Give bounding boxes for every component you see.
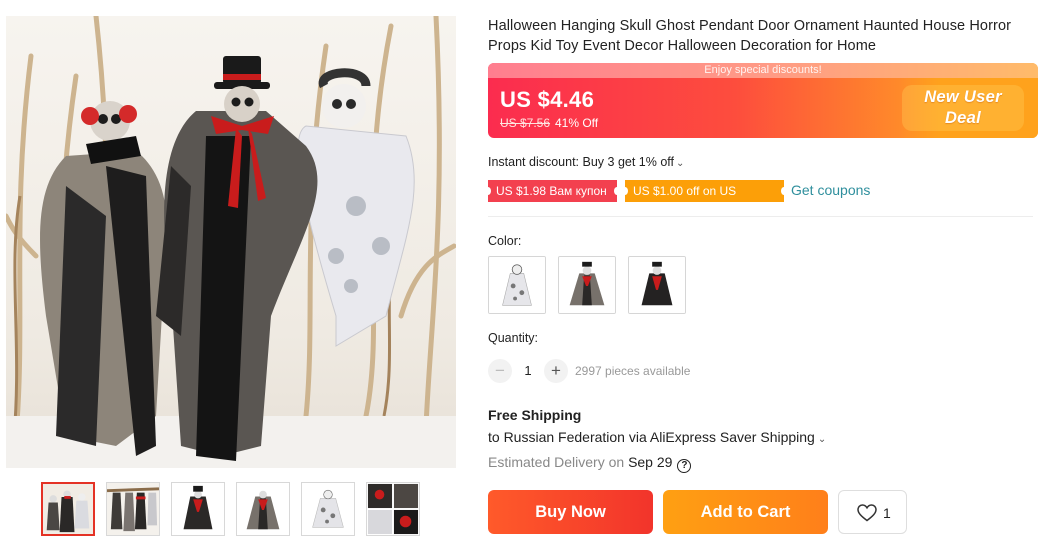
thumbnail-3[interactable] bbox=[171, 482, 225, 536]
thumbnail-6[interactable] bbox=[366, 482, 420, 536]
divider bbox=[488, 216, 1033, 217]
instant-discount-text: Instant discount: Buy 3 get 1% off bbox=[488, 155, 674, 169]
color-swatch-black[interactable] bbox=[628, 256, 686, 314]
coupon-store[interactable]: US $1.00 off on US $18.00 bbox=[622, 180, 787, 220]
color-swatch-white[interactable] bbox=[488, 256, 546, 314]
wishlist-count: 1 bbox=[883, 505, 891, 521]
coupon-russian[interactable]: US $1.98 Вам купон bbox=[485, 180, 620, 202]
add-to-cart-button[interactable]: Add to Cart bbox=[663, 490, 828, 534]
get-coupons-link[interactable]: Get coupons bbox=[791, 182, 870, 198]
original-price: US $7.56 bbox=[500, 116, 551, 130]
quantity-increase-button[interactable]: + bbox=[544, 359, 568, 383]
quantity-label: Quantity: bbox=[488, 331, 539, 345]
thumbnail-4[interactable] bbox=[236, 482, 290, 536]
heart-icon bbox=[857, 504, 877, 522]
white-ghost-thumb-icon bbox=[302, 483, 354, 535]
estimated-delivery: Estimated Delivery on Sep 29? bbox=[488, 454, 692, 473]
red-hat-ghost-thumb-icon bbox=[172, 483, 224, 535]
thumbnail-2[interactable] bbox=[106, 482, 160, 536]
product-info-panel: Halloween Hanging Skull Ghost Pendant Do… bbox=[485, 0, 1038, 536]
eta-date: Sep 29 bbox=[628, 454, 673, 470]
quantity-available: 2997 pieces available bbox=[575, 364, 691, 378]
thumbnail-5[interactable] bbox=[301, 482, 355, 536]
white-ghost-swatch-icon bbox=[489, 257, 545, 313]
buy-now-button[interactable]: Buy Now bbox=[488, 490, 653, 534]
chevron-down-icon: ⌄ bbox=[817, 434, 827, 445]
thumbnail-1[interactable] bbox=[41, 482, 95, 536]
shipping-destination-text: to Russian Federation via AliExpress Sav… bbox=[488, 429, 815, 445]
grey-ghost-thumb-icon bbox=[237, 483, 289, 535]
discount-banner: Enjoy special discounts! bbox=[488, 63, 1038, 78]
help-icon[interactable]: ? bbox=[677, 459, 692, 473]
collage-thumb-icon bbox=[367, 483, 419, 535]
black-ghost-swatch-icon bbox=[629, 257, 685, 313]
badge-line-2: Deal bbox=[944, 109, 982, 127]
main-product-image[interactable] bbox=[6, 16, 456, 468]
new-user-deal-badge: New User Deal bbox=[918, 87, 1008, 129]
price-box: Enjoy special discounts! US $4.46 US $7.… bbox=[488, 63, 1038, 138]
color-label: Color: bbox=[488, 234, 522, 248]
shipping-destination[interactable]: to Russian Federation via AliExpress Sav… bbox=[488, 429, 826, 445]
discount-percent: 41% Off bbox=[555, 116, 599, 130]
badge-line-1: New User bbox=[924, 88, 1002, 106]
wishlist-button[interactable]: 1 bbox=[838, 490, 907, 534]
quantity-decrease-button[interactable]: − bbox=[488, 359, 512, 383]
current-price: US $4.46 bbox=[500, 87, 595, 112]
eta-label: Estimated Delivery on bbox=[488, 454, 625, 470]
color-swatch-grey[interactable] bbox=[558, 256, 616, 314]
ghosts-on-branch-thumb-icon bbox=[107, 483, 159, 535]
three-ghosts-thumb-icon bbox=[43, 484, 93, 534]
product-title: Halloween Hanging Skull Ghost Pendant Do… bbox=[488, 18, 1012, 54]
shipping-title: Free Shipping bbox=[488, 407, 582, 423]
chevron-down-icon: ⌄ bbox=[676, 158, 685, 169]
instant-discount[interactable]: Instant discount: Buy 3 get 1% off ⌄ bbox=[488, 155, 684, 169]
quantity-input[interactable] bbox=[516, 359, 540, 383]
grey-ghost-swatch-icon bbox=[559, 257, 615, 313]
